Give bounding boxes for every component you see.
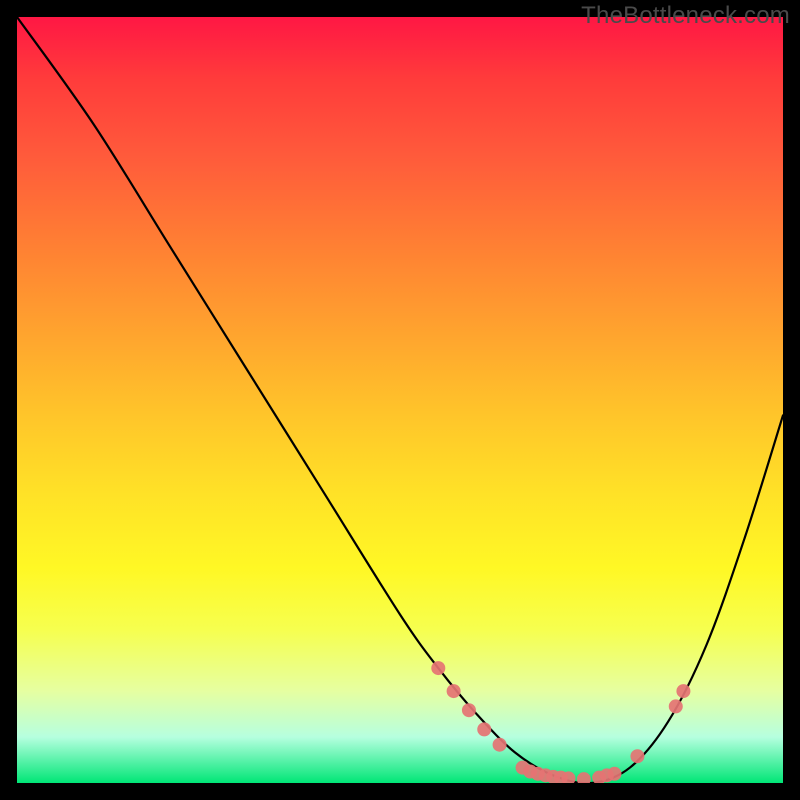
curve-marker bbox=[462, 703, 476, 717]
curve-marker bbox=[669, 699, 683, 713]
chart-area bbox=[17, 17, 783, 783]
curve-marker bbox=[577, 772, 591, 783]
curve-marker bbox=[447, 684, 461, 698]
bottleneck-curve-path bbox=[17, 17, 783, 783]
curve-marker bbox=[607, 767, 621, 781]
curve-marker bbox=[477, 722, 491, 736]
curve-marker bbox=[431, 661, 445, 675]
bottleneck-curve-svg bbox=[17, 17, 783, 783]
curve-marker bbox=[630, 749, 644, 763]
watermark-text: TheBottleneck.com bbox=[581, 2, 790, 30]
curve-markers bbox=[431, 661, 690, 783]
curve-marker bbox=[676, 684, 690, 698]
curve-marker bbox=[493, 738, 507, 752]
